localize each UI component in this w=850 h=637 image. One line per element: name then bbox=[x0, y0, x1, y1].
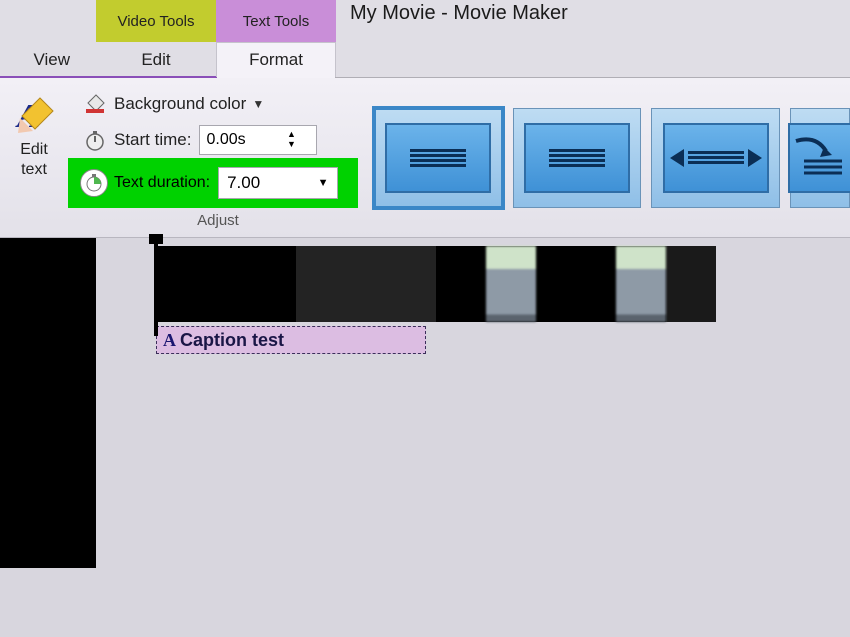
background-color-label: Background color bbox=[114, 94, 246, 114]
edit-text-icon: A bbox=[12, 92, 56, 136]
start-time-label: Start time: bbox=[114, 130, 191, 150]
edit-text-button[interactable]: A Edit text bbox=[0, 78, 68, 237]
tab-view[interactable]: View bbox=[0, 42, 96, 77]
tab-format[interactable]: Format bbox=[216, 42, 336, 77]
effect-preset-2[interactable] bbox=[513, 108, 642, 208]
text-duration-input[interactable] bbox=[219, 173, 313, 193]
caption-text: Caption test bbox=[180, 330, 284, 351]
edit-text-label-2: text bbox=[21, 161, 47, 178]
tab-edit[interactable]: Edit bbox=[96, 42, 216, 77]
text-duration-label: Text duration: bbox=[114, 174, 210, 192]
clip-segment[interactable] bbox=[436, 246, 486, 322]
swoop-arrow-icon bbox=[790, 133, 850, 183]
app-title: My Movie - Movie Maker bbox=[336, 0, 850, 42]
start-time-spinner[interactable]: ▲▼ bbox=[199, 125, 317, 155]
chevron-down-icon[interactable]: ▼ bbox=[313, 177, 333, 189]
spin-down-icon[interactable]: ▼ bbox=[287, 140, 296, 150]
effect-preset-4[interactable] bbox=[790, 108, 850, 208]
effects-gallery[interactable] bbox=[368, 78, 850, 237]
caption-track-item[interactable]: A Caption test bbox=[156, 326, 426, 354]
text-duration-highlight: Text duration: ▼ bbox=[68, 158, 358, 208]
paint-bucket-icon bbox=[82, 91, 108, 117]
start-time-input[interactable] bbox=[200, 131, 282, 149]
text-duration-combo[interactable]: ▼ bbox=[218, 167, 338, 199]
clip-segment[interactable] bbox=[536, 246, 616, 322]
caption-a-icon: A bbox=[163, 330, 176, 351]
stopwatch-icon bbox=[82, 127, 108, 153]
edit-text-label-1: Edit bbox=[20, 141, 48, 158]
expand-horizontal-icon bbox=[670, 149, 762, 167]
context-tab-video-tools[interactable]: Video Tools bbox=[96, 0, 216, 42]
adjust-group-label: Adjust bbox=[68, 212, 368, 229]
text-lines-icon bbox=[549, 147, 605, 169]
clip-thumbnail[interactable] bbox=[486, 246, 536, 322]
clip-segment[interactable] bbox=[156, 246, 296, 322]
video-timeline[interactable] bbox=[156, 246, 716, 322]
effect-preset-3[interactable] bbox=[651, 108, 780, 208]
stopwatch-green-icon bbox=[80, 169, 108, 197]
background-color-button[interactable]: Background color ▼ bbox=[68, 86, 368, 122]
clip-segment[interactable] bbox=[666, 246, 716, 322]
chevron-down-icon: ▼ bbox=[252, 97, 264, 111]
context-tab-text-tools[interactable]: Text Tools bbox=[216, 0, 336, 42]
playhead[interactable] bbox=[154, 240, 158, 336]
clip-segment[interactable] bbox=[296, 246, 436, 322]
text-lines-icon bbox=[410, 147, 466, 169]
preview-panel bbox=[0, 238, 96, 568]
clip-thumbnail[interactable] bbox=[616, 246, 666, 322]
effect-preset-1[interactable] bbox=[374, 108, 503, 208]
